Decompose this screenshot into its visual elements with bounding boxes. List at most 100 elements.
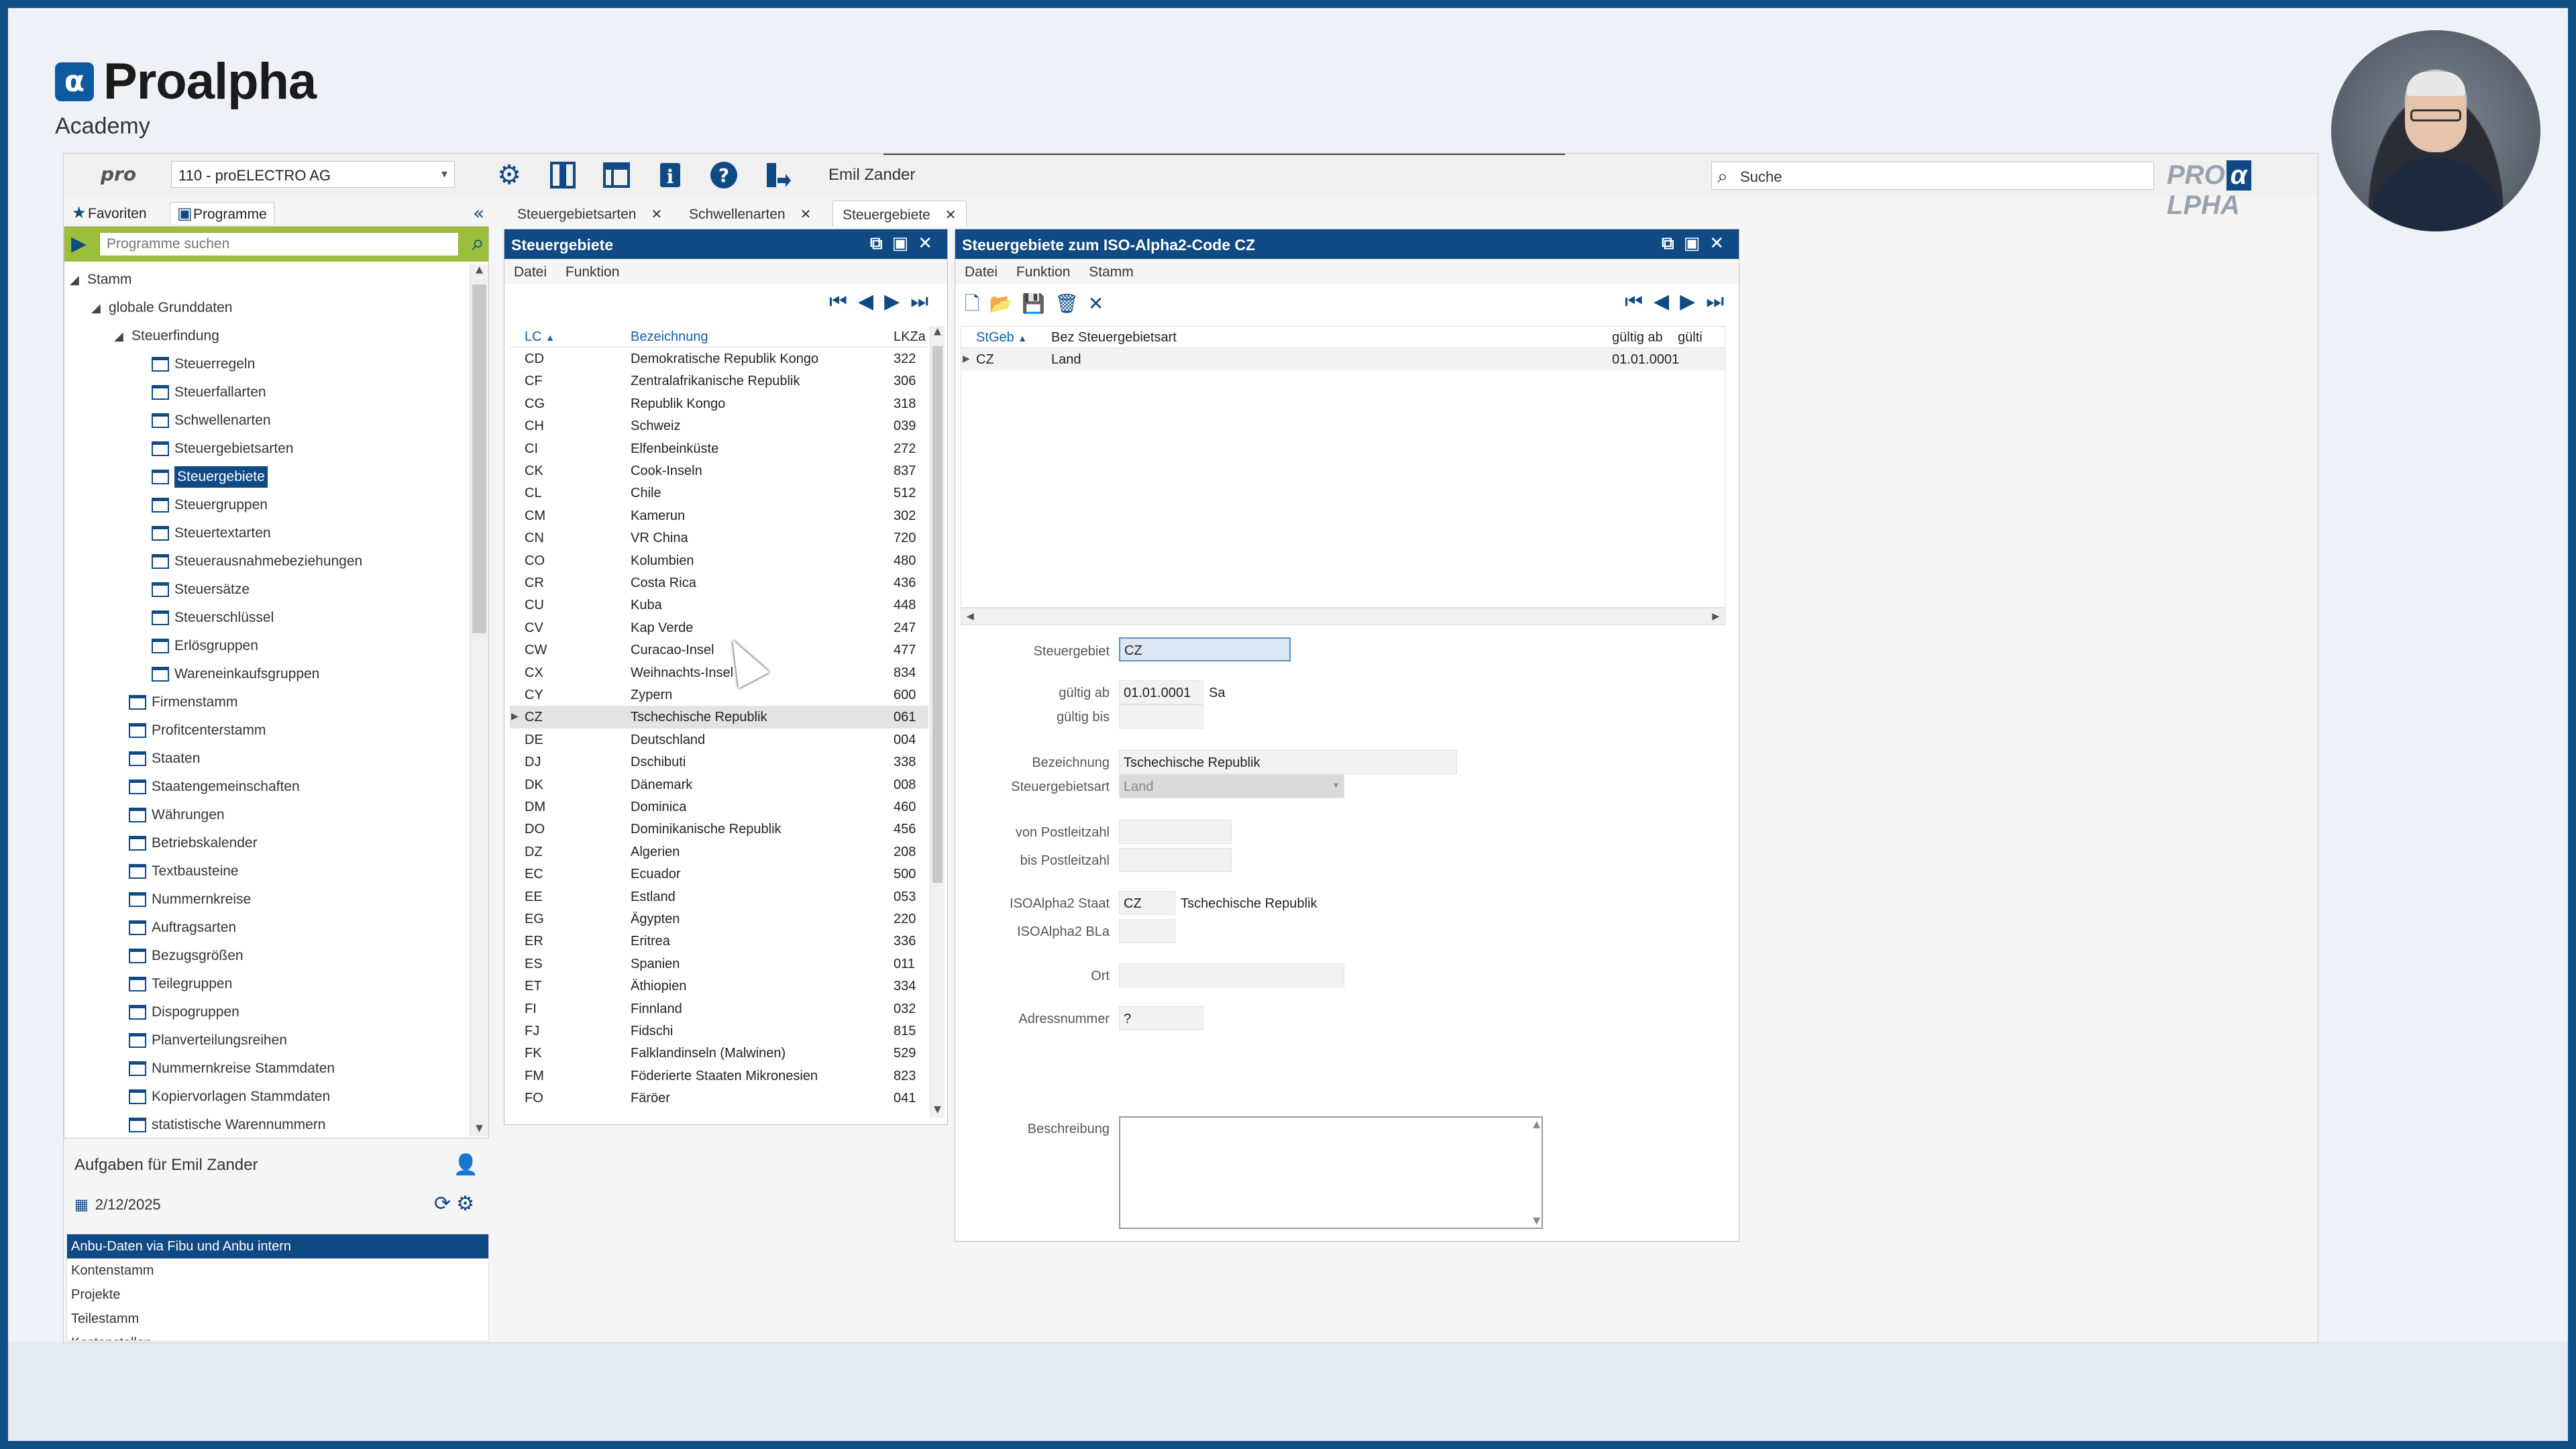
table-row[interactable]: DO Dominikanische Republik 456 — [510, 818, 928, 840]
column-header-gueltig-ab[interactable]: gültig ab — [1612, 330, 1663, 345]
beschreibung-textarea[interactable]: ▲ ▼ — [1119, 1116, 1543, 1229]
column-header-lc[interactable]: LC ▲ — [525, 329, 555, 345]
next-record-icon[interactable]: ▶ — [884, 290, 910, 313]
settings-gear-icon[interactable]: ⚙ — [493, 159, 525, 191]
menu-datei[interactable]: Datei — [965, 264, 998, 280]
table-row[interactable]: CF Zentralafrikanische Republik 306 — [510, 370, 928, 392]
close-icon[interactable]: ✕ — [800, 206, 812, 222]
tree-item[interactable]: Betriebskalender — [129, 832, 258, 855]
tree-item[interactable]: statistische Warennummern — [129, 1114, 325, 1134]
table-row[interactable]: EC Ecuador 500 — [510, 863, 928, 885]
tree-item[interactable]: Wareneinkaufsgruppen — [152, 663, 319, 686]
table-row[interactable]: ET Äthiopien 334 — [510, 975, 928, 997]
table-row[interactable]: FM Föderierte Staaten Mikronesien 823 — [510, 1065, 928, 1087]
chevron-down-icon[interactable]: ◢ — [114, 329, 125, 343]
tab-programs[interactable]: ▣ Programme — [170, 202, 274, 225]
tab-favorites[interactable]: ★ Favoriten — [65, 202, 154, 225]
tree-item[interactable]: Textbausteine — [129, 860, 239, 883]
program-search-input[interactable] — [99, 232, 459, 256]
menu-stamm[interactable]: Stamm — [1089, 264, 1134, 280]
help-icon[interactable]: ? — [708, 159, 740, 191]
table-row[interactable]: CY Zypern 600 — [510, 684, 928, 706]
table-row[interactable]: ▶ CZ Land 01.01.0001 — [961, 348, 1725, 371]
window-layout-icon[interactable] — [600, 159, 633, 191]
table-row[interactable]: DM Dominica 460 — [510, 796, 928, 818]
menu-funktion[interactable]: Funktion — [1016, 264, 1071, 280]
table-row[interactable]: CU Kuba 448 — [510, 594, 928, 616]
tree-item[interactable]: Erlösgruppen — [152, 635, 258, 657]
cancel-icon[interactable]: ✕ — [1088, 292, 1113, 315]
tree-scrollbar[interactable]: ▲ ▼ — [470, 264, 488, 1136]
tree-item[interactable]: Steuergebietsarten — [152, 437, 293, 460]
save-icon[interactable]: 💾 — [1022, 292, 1055, 315]
delete-icon[interactable]: 🗑 — [1055, 292, 1088, 315]
table-row[interactable]: CV Kap Verde 247 — [510, 616, 928, 639]
new-record-icon[interactable]: 🗋 — [965, 292, 989, 315]
table-row[interactable]: CO Kolumbien 480 — [510, 549, 928, 572]
table-row[interactable]: CN VR China 720 — [510, 527, 928, 549]
chevron-down-icon[interactable]: ◢ — [91, 301, 102, 315]
steuergebietsart-select[interactable]: Land ▾ — [1119, 774, 1344, 798]
gear-icon[interactable]: ⚙ — [456, 1192, 480, 1216]
table-row[interactable]: DZ Algerien 208 — [510, 841, 928, 863]
task-item[interactable]: Teilestamm — [67, 1307, 488, 1331]
adressnummer-field[interactable]: ? — [1119, 1006, 1203, 1030]
refresh-icon[interactable]: ⟳ — [434, 1192, 456, 1216]
tree-item[interactable]: Steuertextarten — [152, 522, 271, 545]
task-item[interactable]: Kontenstamm — [67, 1258, 488, 1283]
prev-record-icon[interactable]: ◀ — [1654, 290, 1680, 313]
column-header-bez[interactable]: Bez Steuergebietsart — [1051, 330, 1177, 345]
column-header-gueltig-bis[interactable]: gülti — [1678, 330, 1703, 345]
tree-item[interactable]: Steuerfallarten — [152, 381, 266, 404]
global-search-input[interactable]: ⌕ Suche — [1711, 162, 2154, 190]
tree-item[interactable]: Nummernkreise Stammdaten — [129, 1057, 335, 1080]
doc-tab-schwellenarten[interactable]: Schwellenarten ✕ — [680, 201, 820, 226]
tree-item[interactable]: Währungen — [129, 804, 225, 826]
maximize-icon[interactable]: ▣ — [1684, 233, 1710, 254]
table-row[interactable]: ES Spanien 011 — [510, 953, 928, 975]
tree-item[interactable]: Nummernkreise — [129, 888, 251, 911]
tree-item[interactable]: Steuerausnahmebeziehungen — [152, 550, 362, 573]
column-header-stgeb[interactable]: StGeb ▲ — [976, 330, 1027, 345]
restore-icon[interactable]: ⧉ — [870, 233, 892, 254]
tree-item[interactable]: Dispogruppen — [129, 1001, 239, 1024]
close-icon[interactable]: ✕ — [945, 207, 957, 223]
table-row[interactable]: FO Färöer 041 — [510, 1087, 928, 1109]
gueltig-bis-field[interactable] — [1119, 704, 1203, 729]
task-item[interactable]: Anbu-Daten via Fibu und Anbu intern — [67, 1234, 488, 1258]
last-record-icon[interactable]: ⏭ — [910, 290, 939, 313]
horizontal-scrollbar[interactable]: ◀ ▶ — [961, 608, 1725, 625]
tree-item[interactable]: Auftragsarten — [129, 916, 236, 939]
tree-item[interactable]: Firmenstamm — [129, 691, 237, 714]
first-record-icon[interactable]: ⏮ — [1625, 290, 1654, 313]
steuergebiet-field[interactable]: CZ — [1119, 637, 1291, 661]
bis-plz-field[interactable] — [1119, 848, 1232, 872]
last-record-icon[interactable]: ⏭ — [1706, 290, 1735, 313]
bezeichnung-field[interactable]: Tschechische Republik — [1119, 750, 1457, 774]
close-icon[interactable]: ✕ — [651, 206, 662, 222]
close-icon[interactable]: ✕ — [1709, 233, 1733, 254]
table-row[interactable]: FI Finnland 032 — [510, 998, 928, 1020]
tree-item[interactable]: Kopiervorlagen Stammdaten — [129, 1085, 330, 1108]
table-row[interactable]: EE Estland 053 — [510, 885, 928, 908]
table-row[interactable]: CK Cook-Inseln 837 — [510, 460, 928, 482]
next-record-icon[interactable]: ▶ — [1680, 290, 1706, 313]
run-icon[interactable]: ▶ — [71, 232, 87, 256]
tree-item[interactable]: Staatengemeinschaften — [129, 775, 300, 798]
menu-datei[interactable]: Datei — [514, 264, 547, 280]
menu-funktion[interactable]: Funktion — [566, 264, 620, 280]
doc-tab-steuergebiete[interactable]: Steuergebiete ✕ — [833, 201, 967, 226]
list-scrollbar[interactable]: ▲ ▼ — [930, 326, 945, 1118]
table-row[interactable]: CI Elfenbeinküste 272 — [510, 437, 928, 460]
table-row[interactable]: DE Deutschland 004 — [510, 729, 928, 751]
table-row[interactable]: ▶ CZ Tschechische Republik 061 — [510, 706, 928, 729]
table-row[interactable]: DK Dänemark 008 — [510, 773, 928, 796]
collapse-panel-icon[interactable]: « — [473, 202, 484, 224]
open-folder-icon[interactable]: 📂 — [989, 292, 1022, 315]
table-row[interactable]: FK Falklandinseln (Malwinen) 529 — [510, 1042, 928, 1064]
table-row[interactable]: CX Weihnachts-Insel 834 — [510, 661, 928, 684]
tree-item[interactable]: Teilegruppen — [129, 973, 232, 996]
table-row[interactable]: CM Kamerun 302 — [510, 504, 928, 527]
info-icon[interactable]: i — [654, 159, 686, 191]
table-row[interactable]: DJ Dschibuti 338 — [510, 751, 928, 773]
